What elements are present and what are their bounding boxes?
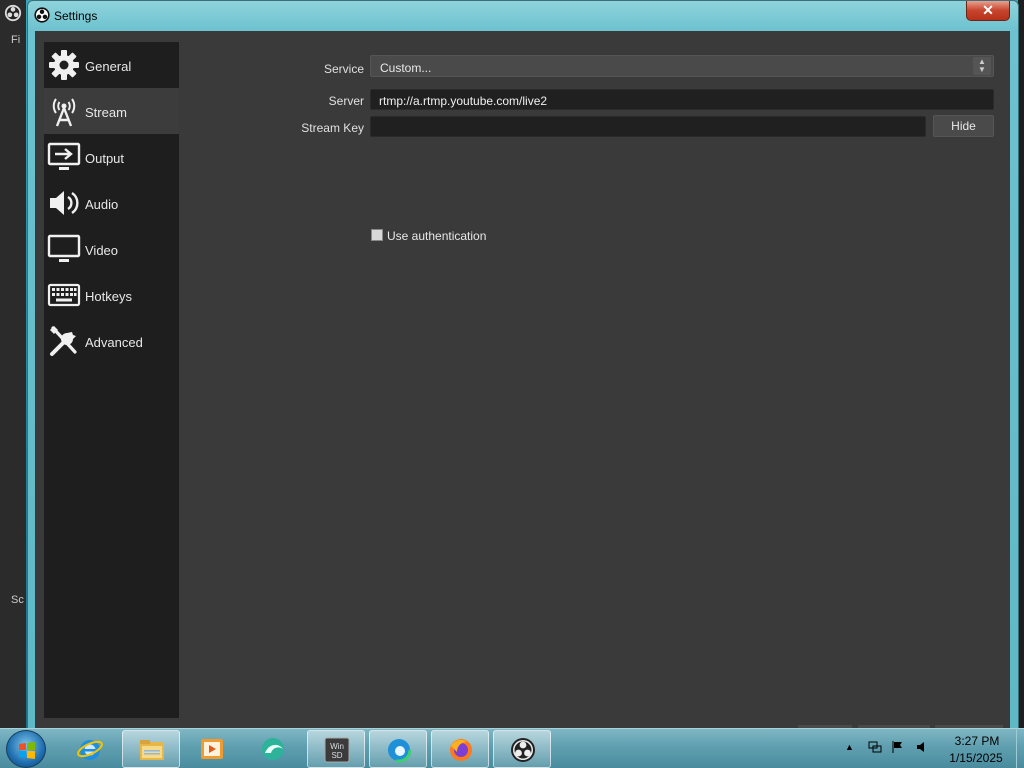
browser-swirl-icon: [262, 738, 284, 760]
internet-explorer-icon: [77, 740, 103, 760]
output-monitor-icon: [47, 142, 81, 170]
network-icon[interactable]: [868, 740, 882, 754]
server-input[interactable]: rtmp://a.rtmp.youtube.com/live2: [370, 89, 994, 110]
sidebar-item-hotkeys[interactable]: Hotkeys: [44, 272, 179, 318]
winsd-icon: Win SD: [324, 737, 350, 763]
sidebar-item-label: Stream: [85, 105, 127, 120]
sidebar-item-general[interactable]: General: [44, 42, 179, 88]
taskbar-item-file-explorer[interactable]: [122, 730, 180, 768]
background-obs-window: Fi Sc: [0, 0, 26, 728]
speaker-icon: [50, 191, 79, 215]
volume-icon[interactable]: [915, 740, 929, 754]
show-desktop-button[interactable]: [1016, 728, 1024, 768]
media-player-icon: [201, 739, 223, 759]
firefox-icon: [450, 739, 472, 761]
obs-icon: [511, 738, 535, 762]
service-select-value: Custom...: [380, 61, 432, 75]
monitor-icon: [47, 234, 81, 262]
taskbar-item-media-player[interactable]: [183, 730, 241, 768]
taskbar-item-browser[interactable]: [244, 730, 302, 768]
updown-arrows-icon: ▲ ▼: [973, 57, 991, 75]
background-text-fragment: Fi: [11, 34, 21, 46]
show-hidden-icons-icon[interactable]: ▲: [845, 742, 859, 756]
stream-key-input[interactable]: [370, 116, 926, 137]
keyboard-icon: [47, 283, 81, 307]
tools-icon: [50, 326, 77, 356]
sidebar-item-output[interactable]: Output: [44, 134, 179, 180]
start-button[interactable]: [6, 730, 46, 768]
close-button[interactable]: ✕: [966, 1, 1010, 21]
background-text-fragment: Sc: [11, 594, 24, 606]
settings-content: General Stream Output Audio Video Hotkey…: [35, 31, 1010, 729]
taskbar-item-internet-explorer[interactable]: [61, 730, 119, 768]
use-authentication-label[interactable]: Use authentication: [387, 229, 486, 243]
sidebar-item-label: Output: [85, 151, 125, 166]
svg-text:Win: Win: [330, 742, 344, 751]
obs-logo-icon: [4, 4, 22, 22]
clock-time[interactable]: 3:27 PM: [952, 734, 1002, 748]
service-label: Service: [323, 62, 364, 76]
sidebar-item-label: Advanced: [85, 335, 143, 350]
sidebar-item-label: General: [85, 59, 132, 74]
obs-logo-icon: [34, 7, 50, 23]
clock-date[interactable]: 1/15/2025: [945, 751, 1007, 765]
svg-text:SD: SD: [331, 751, 342, 760]
window-title: Settings: [54, 9, 98, 23]
action-center-flag-icon[interactable]: [891, 740, 905, 754]
windows-logo-icon: [19, 742, 35, 759]
edge-icon: [386, 737, 412, 763]
sidebar-item-label: Hotkeys: [85, 289, 132, 304]
sidebar-item-advanced[interactable]: Advanced: [44, 318, 179, 364]
sidebar-item-video[interactable]: Video: [44, 226, 179, 272]
taskbar-item-winsd[interactable]: Win SD: [307, 730, 365, 768]
broadcast-tower-icon: [52, 98, 76, 127]
use-authentication-checkbox[interactable]: [371, 229, 383, 241]
service-select[interactable]: Custom... ▲ ▼: [370, 55, 994, 77]
server-label: Server: [328, 94, 364, 108]
sidebar-item-label: Video: [85, 243, 119, 258]
stream-key-label: Stream Key: [301, 121, 364, 135]
taskbar-item-obs[interactable]: [493, 730, 551, 768]
gear-icon: [49, 50, 79, 80]
sidebar-item-audio[interactable]: Audio: [44, 180, 179, 226]
settings-window: Settings ✕ General Stream Output Audio V…: [27, 0, 1019, 730]
title-bar[interactable]: Settings ✕: [28, 1, 1018, 31]
settings-sidebar: General Stream Output Audio Video Hotkey…: [44, 42, 179, 718]
sidebar-item-stream[interactable]: Stream: [44, 88, 179, 134]
taskbar-item-edge[interactable]: [369, 730, 427, 768]
hide-button[interactable]: Hide: [933, 115, 994, 137]
taskbar-item-firefox[interactable]: [431, 730, 489, 768]
file-explorer-icon: [140, 740, 164, 760]
sidebar-item-label: Audio: [85, 197, 119, 212]
